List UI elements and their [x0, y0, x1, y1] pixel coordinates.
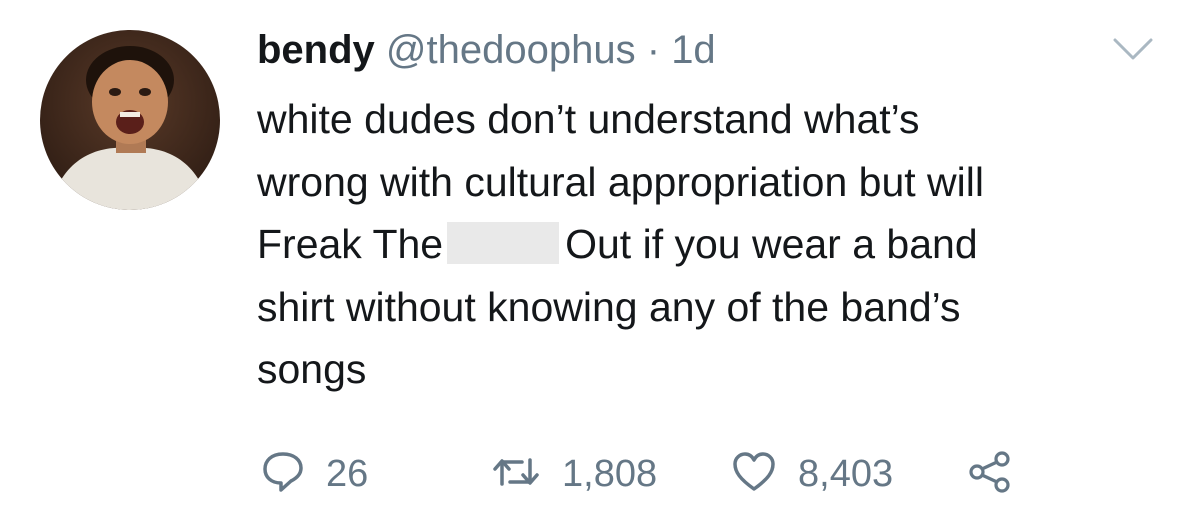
avatar[interactable] — [40, 30, 220, 210]
timestamp[interactable]: 1d — [671, 28, 716, 72]
tweet-text-line: Freak The Out if you wear a band — [257, 213, 1177, 276]
tweet-text-line: shirt without knowing any of the band’s — [257, 283, 961, 330]
separator-dot: · — [646, 28, 661, 72]
user-handle[interactable]: @thedoophus — [386, 28, 636, 72]
tweet-text-line: wrong with cultural appropriation but wi… — [257, 158, 984, 205]
tweet-text-line: white dudes don’t understand what’s — [257, 96, 920, 142]
chevron-down-icon[interactable] — [1110, 34, 1156, 64]
retweet-button[interactable]: 1,808 — [492, 448, 657, 500]
tweet-card: bendy @thedoophus · 1d white dudes don’t… — [0, 0, 1200, 516]
reply-button[interactable]: 26 — [262, 448, 368, 500]
heart-icon — [732, 451, 776, 497]
like-button[interactable]: 8,403 — [732, 448, 893, 500]
tweet-text-fragment: Out if you wear a band — [565, 221, 978, 267]
retweet-icon — [492, 452, 540, 497]
retweet-count: 1,808 — [562, 452, 658, 495]
tweet-text-fragment: Freak The — [257, 221, 444, 267]
tweet-text: white dudes don’t understand what’s wron… — [257, 88, 1177, 401]
display-name[interactable]: bendy — [257, 28, 375, 72]
reply-icon — [262, 450, 304, 499]
tweet-text-line: songs — [257, 346, 367, 392]
tweet-header: bendy @thedoophus · 1d — [257, 22, 716, 78]
share-button[interactable] — [968, 448, 1012, 500]
like-count: 8,403 — [798, 452, 894, 495]
share-icon — [968, 450, 1012, 498]
redaction-box — [447, 222, 560, 264]
reply-count: 26 — [326, 452, 369, 495]
avatar-photo — [40, 30, 220, 210]
